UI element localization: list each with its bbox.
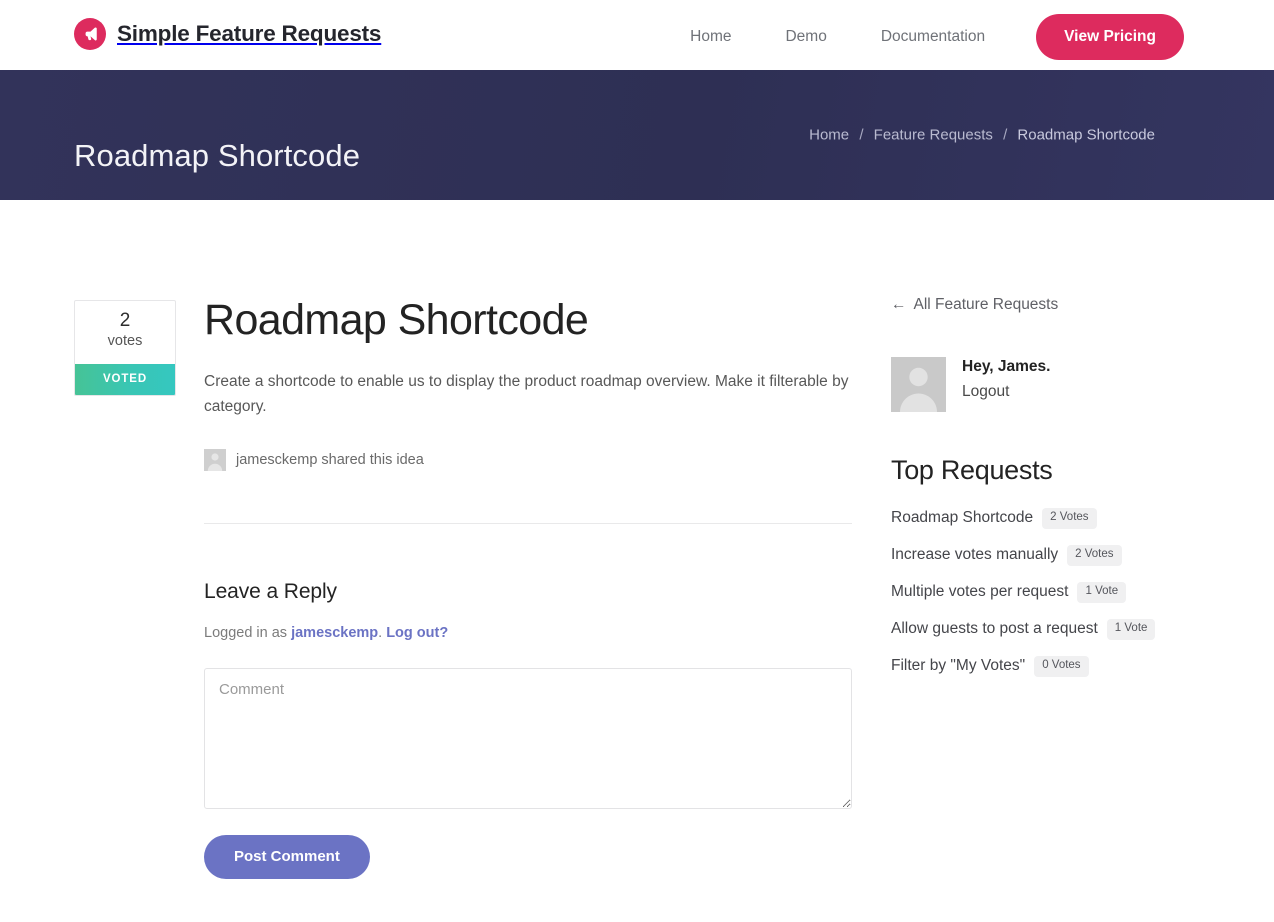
nav-item-home[interactable]: Home — [663, 14, 758, 60]
logged-in-prefix: Logged in as — [204, 625, 292, 641]
all-feature-requests-label: All Feature Requests — [913, 296, 1059, 313]
list-item: Allow guests to post a request 1 Vote — [891, 619, 1191, 640]
vote-badge: 0 Votes — [1034, 656, 1089, 677]
request-detail: Roadmap Shortcode Create a shortcode to … — [204, 296, 852, 472]
top-request-link[interactable]: Multiple votes per request — [891, 583, 1068, 601]
leave-a-reply-heading: Leave a Reply — [204, 580, 337, 603]
request-description: Create a shortcode to enable us to displ… — [204, 373, 849, 416]
logged-in-middle: . — [378, 625, 387, 641]
vote-count: 2 — [119, 310, 131, 331]
page-hero-banner: Roadmap Shortcode Home / Feature Request… — [0, 70, 1274, 200]
top-request-link[interactable]: Allow guests to post a request — [891, 620, 1098, 638]
breadcrumb-separator: / — [1003, 126, 1008, 144]
brand-logo-link[interactable]: Simple Feature Requests — [74, 18, 381, 50]
section-divider — [204, 523, 852, 524]
list-item: Multiple votes per request 1 Vote — [891, 582, 1191, 603]
request-byline-text: jamesckemp shared this idea — [236, 452, 424, 469]
comment-input[interactable] — [204, 668, 852, 809]
top-request-link[interactable]: Roadmap Shortcode — [891, 509, 1033, 527]
vote-badge: 2 Votes — [1067, 545, 1122, 566]
brand-name: Simple Feature Requests — [117, 20, 382, 46]
site-header: Simple Feature Requests Home Demo Docume… — [0, 2, 1274, 70]
top-requests-list: Roadmap Shortcode 2 Votes Increase votes… — [891, 508, 1191, 677]
voted-button[interactable]: VOTED — [75, 363, 175, 395]
breadcrumb-current: Roadmap Shortcode — [1017, 126, 1155, 144]
nav-item-documentation[interactable]: Documentation — [854, 14, 1012, 60]
breadcrumb: Home / Feature Requests / Roadmap Shortc… — [809, 127, 1155, 144]
vote-count-wrapper: 2 votes — [75, 301, 175, 364]
comment-form: Leave a Reply Logged in as jamesckemp. L… — [204, 580, 852, 879]
list-item: Roadmap Shortcode 2 Votes — [891, 508, 1191, 529]
page-title: Roadmap Shortcode — [74, 137, 361, 173]
post-comment-button[interactable]: Post Comment — [204, 835, 370, 879]
main-content: 2 votes VOTED Roadmap Shortcode Create a… — [0, 200, 1274, 922]
user-greeting: Hey, James. — [962, 358, 1051, 375]
megaphone-icon — [74, 18, 106, 50]
vote-box: 2 votes VOTED — [74, 300, 176, 396]
current-username-link[interactable]: jamesckemp — [291, 625, 378, 641]
all-feature-requests-link[interactable]: ← All Feature Requests — [891, 296, 1058, 314]
page-root: Simple Feature Requests Home Demo Docume… — [0, 0, 1274, 922]
logged-in-status: Logged in as jamesckemp. Log out? — [204, 625, 852, 641]
user-avatar-icon — [204, 449, 226, 472]
sidebar: ← All Feature Requests Hey, James. Logout… — [891, 296, 1191, 693]
user-card-text: Hey, James. Logout — [962, 357, 1050, 403]
top-request-link[interactable]: Increase votes manually — [891, 546, 1058, 564]
log-out-link[interactable]: Log out? — [386, 625, 448, 641]
arrow-left-icon: ← — [891, 296, 907, 313]
breadcrumb-item-feature-requests[interactable]: Feature Requests — [874, 127, 993, 144]
user-card: Hey, James. Logout — [891, 357, 1191, 412]
view-pricing-button[interactable]: View Pricing — [1036, 14, 1184, 60]
list-item: Increase votes manually 2 Votes — [891, 545, 1191, 566]
request-byline: jamesckemp shared this idea — [204, 449, 852, 472]
list-item: Filter by "My Votes" 0 Votes — [891, 656, 1191, 677]
user-avatar-icon — [891, 357, 946, 412]
top-request-link[interactable]: Filter by "My Votes" — [891, 657, 1025, 675]
breadcrumb-item-home[interactable]: Home — [809, 127, 849, 144]
vote-badge: 1 Vote — [1077, 582, 1127, 603]
vote-badge: 1 Vote — [1106, 619, 1156, 640]
vote-column: 2 votes VOTED — [74, 300, 176, 396]
nav-item-demo[interactable]: Demo — [758, 14, 853, 60]
logout-link[interactable]: Logout — [962, 380, 1050, 403]
top-requests-heading: Top Requests — [891, 455, 1053, 485]
vote-count-label: votes — [107, 332, 143, 349]
request-title: Roadmap Shortcode — [204, 296, 589, 344]
breadcrumb-separator: / — [859, 126, 864, 144]
main-navigation: Home Demo Documentation View Pricing — [663, 14, 1184, 60]
vote-badge: 2 Votes — [1042, 508, 1097, 529]
